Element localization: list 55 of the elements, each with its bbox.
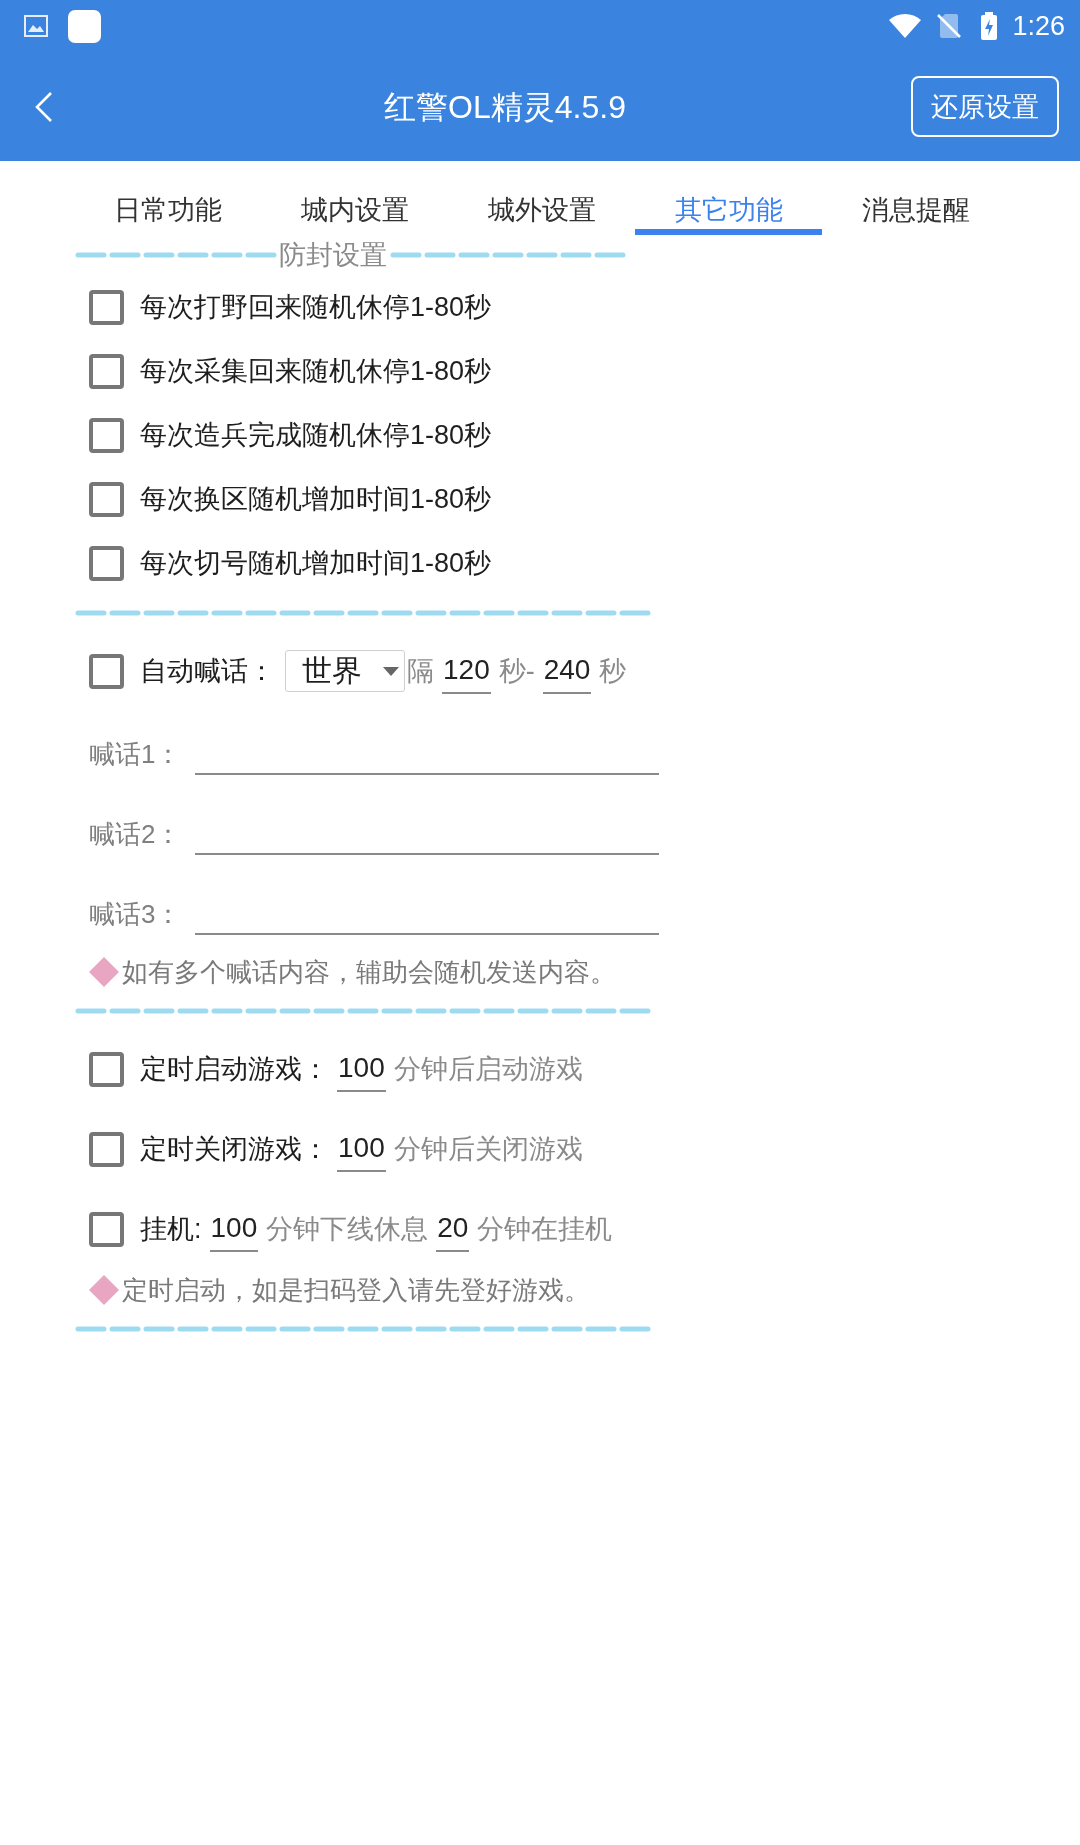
wifi-icon — [888, 13, 923, 39]
section-title: 防封设置 — [277, 239, 388, 272]
number-input[interactable]: 240 — [542, 648, 592, 694]
unit-label: 秒 — [599, 655, 627, 688]
checkbox[interactable] — [89, 481, 124, 517]
back-icon[interactable] — [35, 90, 53, 123]
tab[interactable]: 城内设置 — [261, 161, 448, 235]
field-label: 喊话1： — [89, 738, 183, 771]
unit-label: 秒- — [498, 655, 535, 688]
field-label: 喊话2： — [89, 818, 183, 851]
checkbox[interactable] — [89, 1051, 124, 1087]
checkbox[interactable] — [89, 417, 124, 453]
number-input[interactable]: 100 — [337, 1046, 386, 1092]
caret-icon — [383, 667, 399, 676]
field-label: 喊话3： — [89, 898, 183, 931]
option-label: 定时关闭游戏： — [140, 1133, 329, 1166]
unit-label: 分钟下线休息 — [266, 1213, 429, 1246]
tab[interactable]: 城外设置 — [448, 161, 635, 235]
checkbox[interactable] — [89, 289, 124, 325]
option-label: 每次切号随机增加时间1-80秒 — [140, 547, 492, 580]
battery-charging-icon — [980, 12, 999, 40]
restore-settings-button[interactable]: 还原设置 — [911, 76, 1059, 137]
image-icon — [24, 15, 48, 37]
tip-text: 如有多个喊话内容，辅助会随机发送内容。 — [122, 956, 616, 989]
option-label: 每次造兵完成随机休停1-80秒 — [140, 419, 492, 452]
checkbox[interactable] — [89, 1131, 124, 1167]
unit-label: 隔 — [407, 655, 434, 688]
diamond-icon — [88, 1274, 120, 1306]
number-input[interactable]: 100 — [337, 1126, 386, 1172]
checkbox[interactable] — [89, 545, 124, 581]
tab[interactable]: 其它功能 — [635, 161, 822, 235]
channel-dropdown[interactable]: 世界 — [285, 650, 405, 692]
checkbox[interactable] — [89, 1211, 124, 1247]
tab[interactable]: 消息提醒 — [822, 161, 1009, 235]
unit-label: 分钟在挂机 — [477, 1213, 613, 1246]
option-label: 定时启动游戏： — [140, 1053, 329, 1086]
unit-label: 分钟后关闭游戏 — [393, 1133, 583, 1166]
diamond-icon — [88, 956, 120, 988]
status-time: 1:26 — [1012, 10, 1065, 42]
tab[interactable]: 日常功能 — [74, 161, 261, 235]
app-title: 红警OL精灵4.5.9 — [384, 87, 626, 127]
option-label: 每次打野回来随机休停1-80秒 — [140, 291, 492, 324]
option-label: 挂机: — [140, 1213, 202, 1246]
number-input[interactable]: 120 — [442, 648, 491, 694]
checkbox[interactable] — [89, 353, 124, 389]
no-sim-icon — [937, 13, 962, 39]
number-input[interactable]: 20 — [436, 1206, 470, 1252]
square-icon — [68, 9, 101, 43]
checkbox[interactable] — [89, 653, 124, 689]
tip-text: 定时启动，如是扫码登入请先登好游戏。 — [122, 1274, 590, 1307]
option-label: 自动喊话： — [140, 655, 275, 688]
option-label: 每次采集回来随机休停1-80秒 — [140, 355, 492, 388]
number-input[interactable]: 100 — [209, 1206, 259, 1252]
option-label: 每次换区随机增加时间1-80秒 — [140, 483, 492, 516]
unit-label: 分钟后启动游戏 — [393, 1053, 583, 1086]
